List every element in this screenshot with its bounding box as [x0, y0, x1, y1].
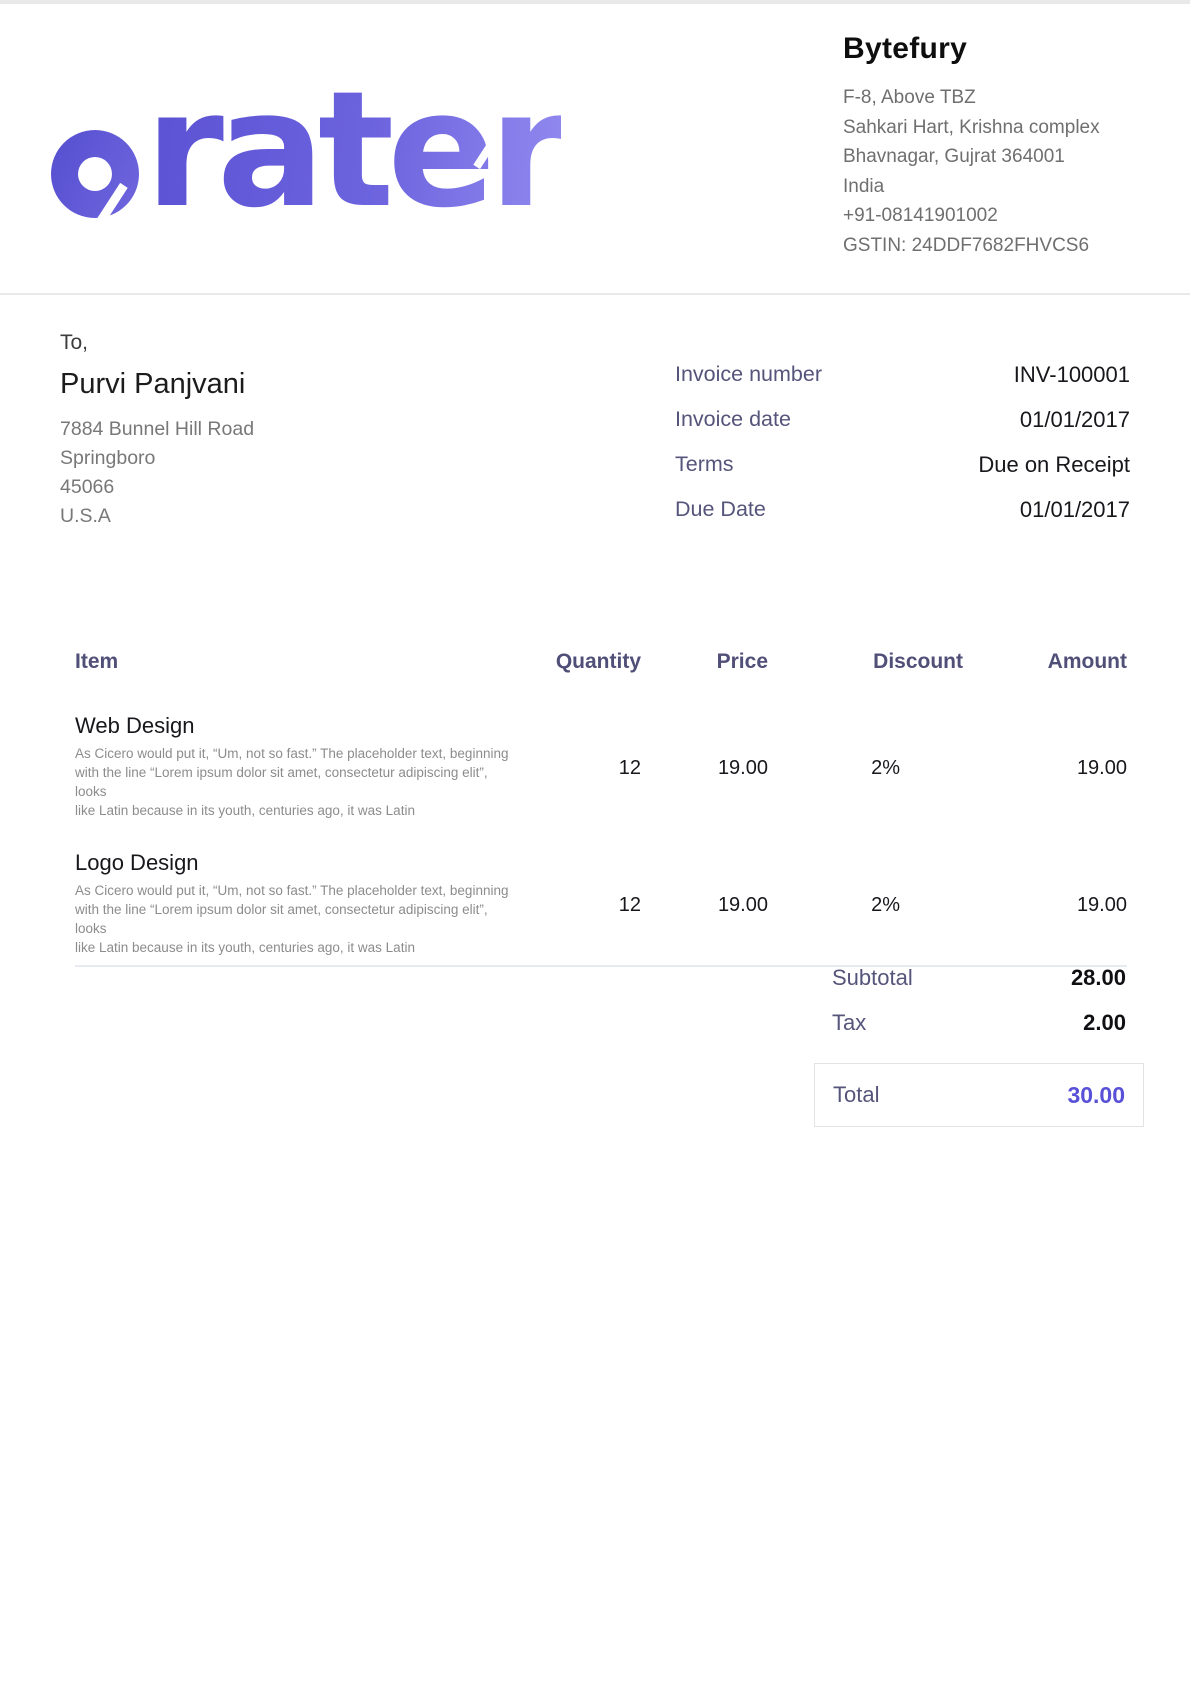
- invoice-date-value: 01/01/2017: [1020, 407, 1130, 433]
- table-row: Logo Design As Cicero would put it, “Um,…: [75, 848, 1127, 957]
- item-cell: Logo Design As Cicero would put it, “Um,…: [75, 848, 515, 957]
- items-table: Item Quantity Price Discount Amount Web …: [75, 646, 1127, 967]
- total-label: Total: [833, 1082, 879, 1108]
- invoice-date-row: Invoice date 01/01/2017: [675, 397, 1130, 442]
- tax-row: Tax 2.00: [814, 1000, 1144, 1045]
- bill-to-block: To, Purvi Panjvani 7884 Bunnel Hill Road…: [60, 331, 480, 531]
- invoice-number-value: INV-100001: [1014, 362, 1130, 388]
- column-header-price: Price: [641, 650, 768, 674]
- terms-row: Terms Due on Receipt: [675, 442, 1130, 487]
- invoice-number-row: Invoice number INV-100001: [675, 352, 1130, 397]
- terms-value: Due on Receipt: [978, 452, 1130, 478]
- item-quantity: 12: [515, 711, 641, 820]
- company-gstin: GSTIN: 24DDF7682FHVCS6: [843, 231, 1143, 261]
- item-description-line: As Cicero would put it, “Um, not so fast…: [75, 881, 520, 900]
- column-header-item: Item: [75, 650, 515, 674]
- subtotal-label: Subtotal: [832, 965, 913, 991]
- company-address-line: F-8, Above TBZ: [843, 83, 1143, 113]
- company-address: F-8, Above TBZ Sahkari Hart, Krishna com…: [843, 83, 1143, 260]
- column-header-amount: Amount: [963, 650, 1127, 674]
- top-border-bar: [0, 0, 1190, 4]
- company-block: Bytefury F-8, Above TBZ Sahkari Hart, Kr…: [843, 30, 1143, 260]
- due-date-label: Due Date: [675, 497, 766, 522]
- header-divider: [0, 293, 1190, 295]
- item-description-line: like Latin because in its youth, centuri…: [75, 938, 520, 957]
- item-discount: 2%: [768, 848, 963, 957]
- item-description-line: like Latin because in its youth, centuri…: [75, 801, 520, 820]
- item-description: As Cicero would put it, “Um, not so fast…: [75, 744, 520, 820]
- item-description-line: with the line “Lorem ipsum dolor sit ame…: [75, 900, 520, 938]
- item-description-line: As Cicero would put it, “Um, not so fast…: [75, 744, 520, 763]
- crater-logo: rater: [51, 60, 531, 230]
- tax-label: Tax: [832, 1010, 866, 1036]
- customer-address-line: 45066: [60, 473, 480, 502]
- subtotal-row: Subtotal 28.00: [814, 955, 1144, 1000]
- item-amount: 19.00: [963, 848, 1127, 957]
- item-name: Web Design: [75, 711, 515, 741]
- company-address-line: Bhavnagar, Gujrat 364001: [843, 142, 1143, 172]
- invoice-page: rater Bytefury F-8, Above TBZ Sahkari Ha…: [0, 0, 1190, 1684]
- invoice-date-label: Invoice date: [675, 407, 791, 432]
- customer-name: Purvi Panjvani: [60, 366, 480, 402]
- terms-label: Terms: [675, 452, 734, 477]
- item-price: 19.00: [641, 848, 768, 957]
- customer-address-line: 7884 Bunnel Hill Road: [60, 415, 480, 444]
- company-address-line: India: [843, 172, 1143, 202]
- due-date-row: Due Date 01/01/2017: [675, 487, 1130, 532]
- total-box: Total 30.00: [814, 1063, 1144, 1127]
- logo-wordmark: rater: [145, 70, 561, 230]
- table-row: Web Design As Cicero would put it, “Um, …: [75, 711, 1127, 820]
- company-name: Bytefury: [843, 30, 1143, 68]
- item-description-line: with the line “Lorem ipsum dolor sit ame…: [75, 763, 520, 801]
- bill-to-label: To,: [60, 331, 480, 355]
- column-header-discount: Discount: [768, 650, 963, 674]
- company-address-line: Sahkari Hart, Krishna complex: [843, 113, 1143, 143]
- customer-address: 7884 Bunnel Hill Road Springboro 45066 U…: [60, 415, 480, 531]
- customer-address-line: U.S.A: [60, 502, 480, 531]
- item-price: 19.00: [641, 711, 768, 820]
- item-amount: 19.00: [963, 711, 1127, 820]
- crater-ring-icon: [51, 130, 139, 218]
- due-date-value: 01/01/2017: [1020, 497, 1130, 523]
- total-value: 30.00: [1067, 1082, 1125, 1109]
- totals-block: Subtotal 28.00 Tax 2.00 Total 30.00: [814, 955, 1144, 1127]
- company-phone: +91-08141901002: [843, 201, 1143, 231]
- ring-cut-decoration: [64, 271, 94, 311]
- item-cell: Web Design As Cicero would put it, “Um, …: [75, 711, 515, 820]
- item-name: Logo Design: [75, 848, 515, 878]
- item-quantity: 12: [515, 848, 641, 957]
- column-header-quantity: Quantity: [515, 650, 641, 674]
- item-discount: 2%: [768, 711, 963, 820]
- items-table-header: Item Quantity Price Discount Amount: [75, 646, 1127, 677]
- ring-cut-decoration: [97, 183, 127, 223]
- item-description: As Cicero would put it, “Um, not so fast…: [75, 881, 520, 957]
- invoice-meta: Invoice number INV-100001 Invoice date 0…: [675, 352, 1130, 532]
- subtotal-value: 28.00: [1071, 965, 1126, 991]
- tax-value: 2.00: [1083, 1010, 1126, 1036]
- customer-address-line: Springboro: [60, 444, 480, 473]
- invoice-number-label: Invoice number: [675, 362, 822, 387]
